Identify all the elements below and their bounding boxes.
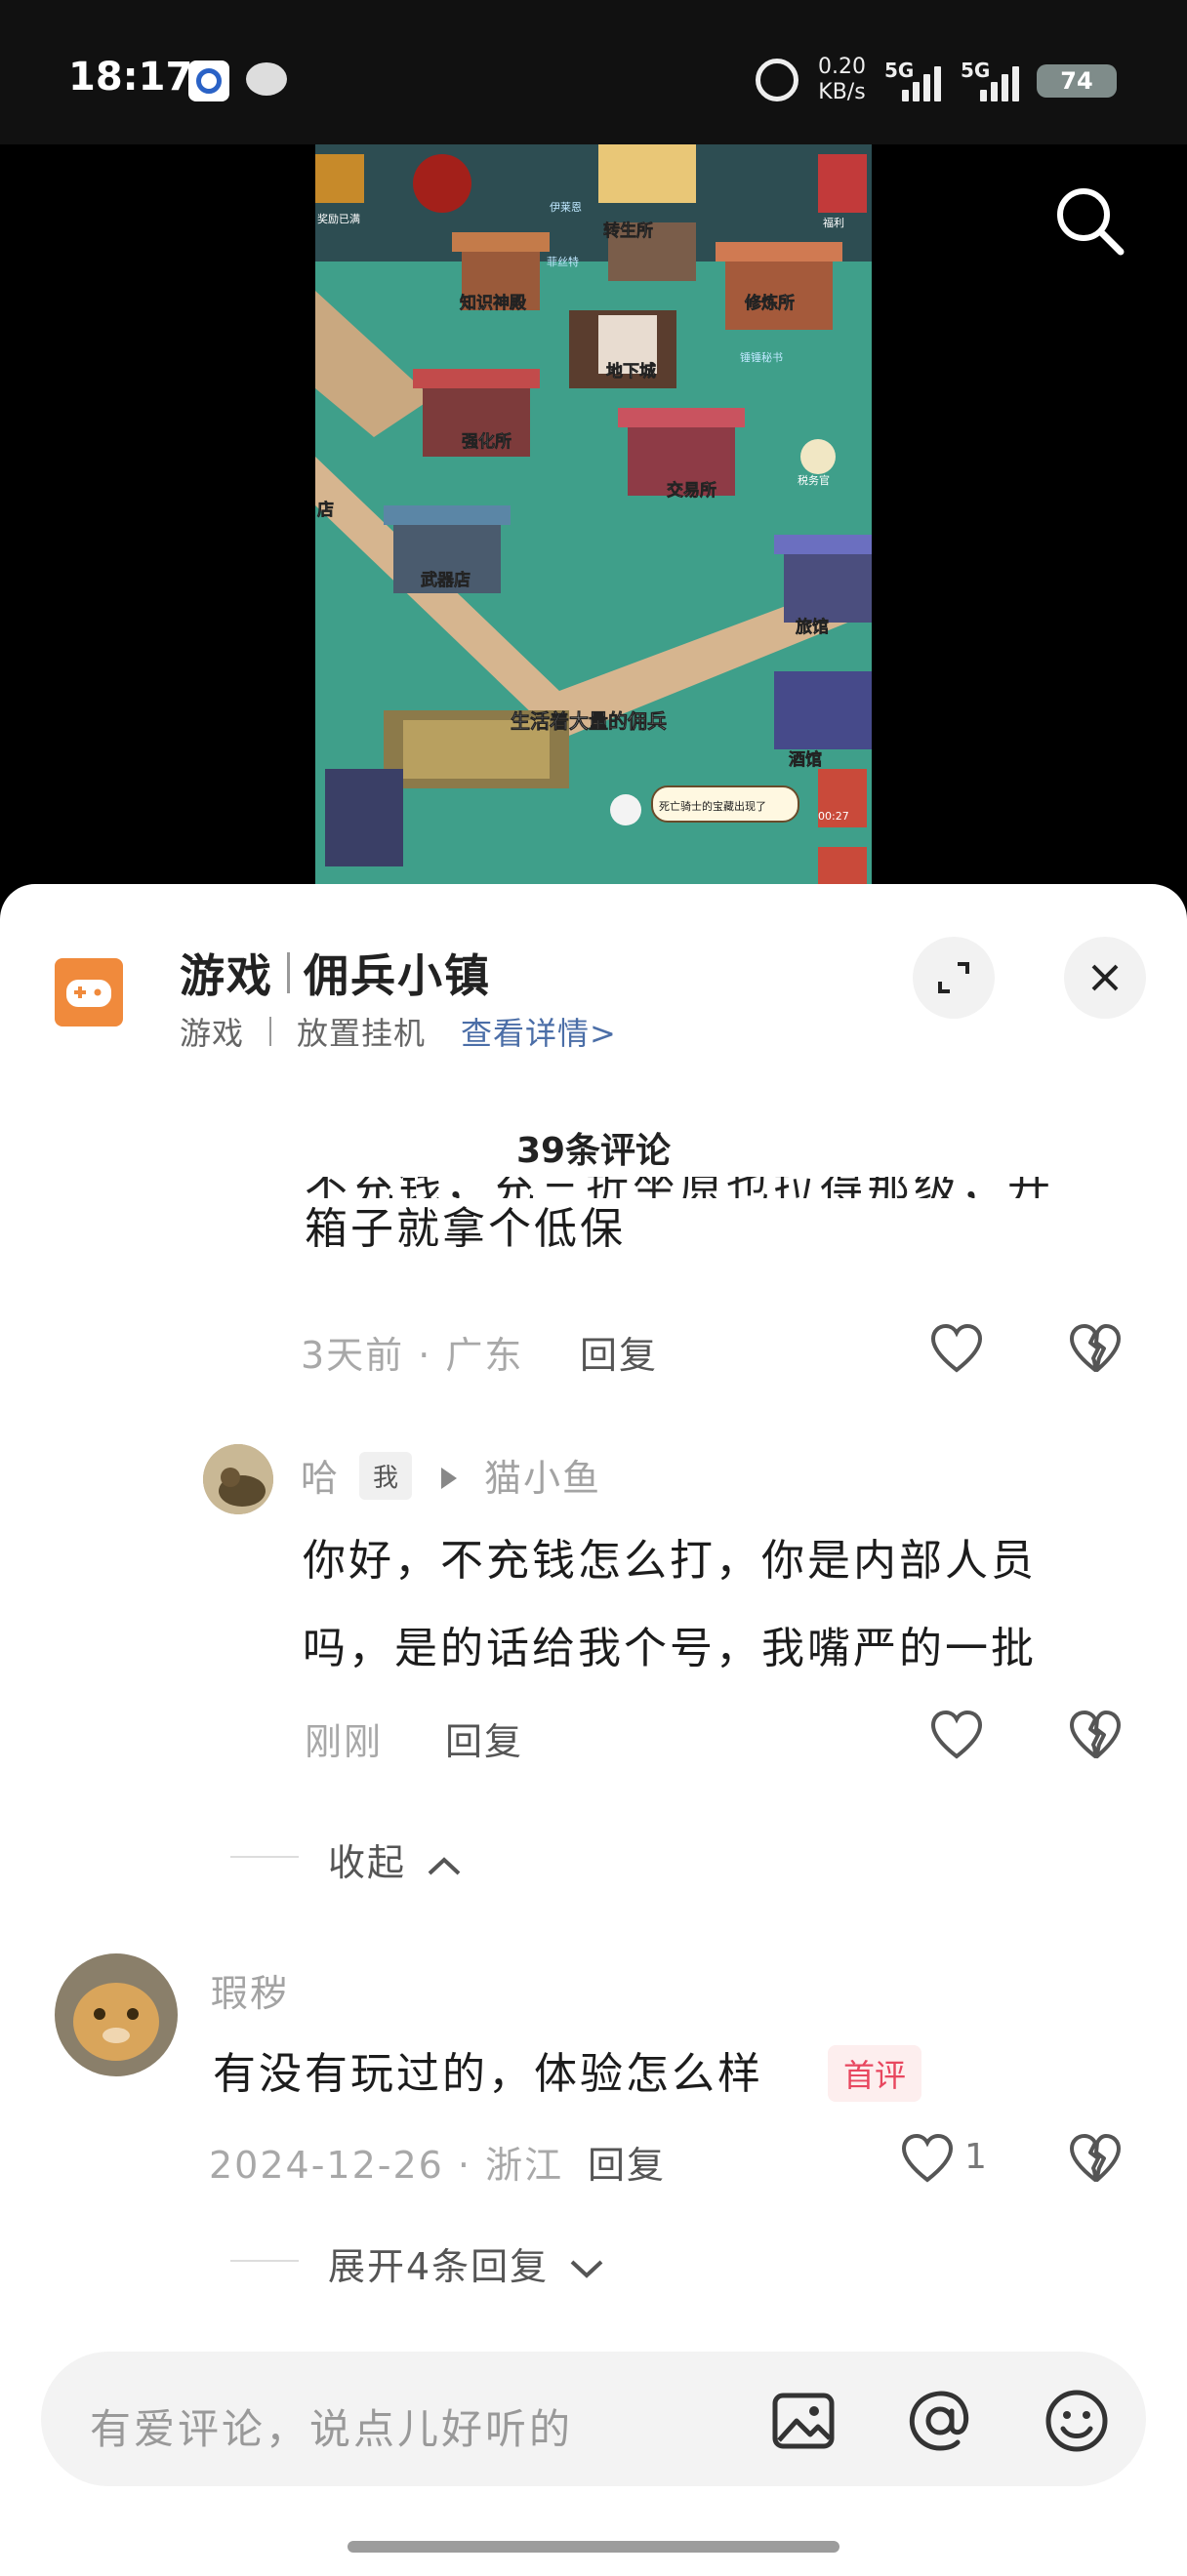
status-bar: 18:17 0.20 KB/s 5G 5G 74 xyxy=(0,0,1187,144)
title-category: 游戏 xyxy=(180,949,273,1002)
first-comment-badge: 首评 xyxy=(828,2045,922,2102)
svg-text:税务官: 税务官 xyxy=(798,473,830,487)
svg-text:旅馆: 旅馆 xyxy=(796,617,829,637)
svg-text:店: 店 xyxy=(317,500,334,520)
close-icon xyxy=(1091,964,1119,991)
avatar[interactable] xyxy=(55,1953,178,2076)
dislike-icon[interactable] xyxy=(1064,1704,1126,1766)
svg-text:生活着大量的佣兵: 生活着大量的佣兵 xyxy=(511,709,667,733)
dislike-icon[interactable] xyxy=(1064,2127,1126,2190)
tag-game: 游戏 xyxy=(180,1015,245,1052)
me-badge: 我 xyxy=(359,1452,413,1500)
collapse-replies-button[interactable]: 收起 xyxy=(328,1832,463,1886)
game-scene-illustration: 转生所 知识神殿 修炼所 地下城 强化所 交易所 武器店 旅馆 生活着大量的佣兵… xyxy=(315,144,872,896)
view-details-link[interactable]: 查看详情> xyxy=(461,1009,617,1054)
game-tags: 游戏 放置挂机 查看详情> xyxy=(180,1009,617,1054)
close-button[interactable] xyxy=(1064,937,1146,1019)
comment-text: 箱子就拿个低保 xyxy=(305,1204,626,1254)
svg-text:地下城: 地下城 xyxy=(606,361,656,382)
svg-text:知识神殿: 知识神殿 xyxy=(459,293,527,313)
reply-button[interactable]: 回复 xyxy=(588,2135,666,2189)
svg-text:菲丝特: 菲丝特 xyxy=(547,255,579,268)
svg-text:武器店: 武器店 xyxy=(421,570,471,590)
svg-text:伊莱恩: 伊莱恩 xyxy=(550,201,582,214)
message-notification-icon xyxy=(246,62,287,96)
like-count: 1 xyxy=(964,2137,987,2177)
reply-username[interactable]: 哈 xyxy=(301,1448,340,1502)
divider xyxy=(230,1856,299,1858)
comment-input-bar[interactable]: 有爱评论，说点儿好听的 xyxy=(41,2352,1146,2486)
mention-icon[interactable] xyxy=(906,2387,974,2455)
comment-input[interactable]: 有爱评论，说点儿好听的 xyxy=(90,2396,573,2456)
reply-arrow-icon xyxy=(441,1468,457,1489)
svg-text:酒馆: 酒馆 xyxy=(789,749,822,770)
video-player[interactable]: 转生所 知识神殿 修炼所 地下城 强化所 交易所 武器店 旅馆 生活着大量的佣兵… xyxy=(0,144,1187,896)
emoji-icon[interactable] xyxy=(1043,2387,1111,2455)
alarm-icon xyxy=(756,59,798,101)
expand-replies-button[interactable]: 展开4条回复 xyxy=(328,2236,605,2290)
comment-meta: 2024-12-26 · 浙江 xyxy=(209,2144,564,2187)
avatar[interactable] xyxy=(203,1444,273,1514)
svg-text:修炼所: 修炼所 xyxy=(744,293,795,313)
title-game-name: 佣兵小镇 xyxy=(304,949,491,1002)
like-icon[interactable] xyxy=(896,2127,959,2190)
like-icon[interactable] xyxy=(925,1317,988,1380)
svg-text:交易所: 交易所 xyxy=(667,480,716,501)
status-time: 18:17 xyxy=(68,55,193,100)
comment-meta: 3天前 · 广东 xyxy=(301,1334,524,1377)
comment-count: 39条评论 xyxy=(515,1131,672,1171)
collapse-label: 收起 xyxy=(328,1841,407,1884)
svg-text:锤锤秘书: 锤锤秘书 xyxy=(740,350,783,364)
reply-meta: 刚刚 xyxy=(305,1720,384,1763)
expand-icon xyxy=(938,962,969,993)
svg-text:转生所: 转生所 xyxy=(603,221,653,241)
app-notification-icon xyxy=(188,60,229,101)
network-speed-unit: KB/s xyxy=(818,80,866,104)
expand-label: 展开4条回复 xyxy=(328,2245,550,2288)
network-speed-value: 0.20 xyxy=(818,55,866,79)
expand-button[interactable] xyxy=(913,937,995,1019)
svg-text:死亡骑士的宝藏出现了: 死亡骑士的宝藏出现了 xyxy=(659,799,766,813)
signal-icon-1 xyxy=(902,64,941,101)
gamepad-icon xyxy=(55,958,123,1026)
home-indicator[interactable] xyxy=(348,2541,839,2553)
reply-text-line-1: 你好，不充钱怎么打，你是内部人员 xyxy=(303,1536,1037,1586)
reply-button[interactable]: 回复 xyxy=(445,1711,523,1765)
like-icon[interactable] xyxy=(925,1704,988,1766)
comment-username[interactable]: 瑕秽 xyxy=(211,1963,289,2017)
svg-text:00:27: 00:27 xyxy=(818,810,849,823)
chevron-down-icon xyxy=(570,2260,603,2278)
search-icon[interactable] xyxy=(1050,181,1128,260)
reply-text-line-2: 吗，是的话给我个号，我嘴严的一批 xyxy=(303,1624,1037,1673)
signal-icon-2 xyxy=(980,64,1019,101)
comments-sheet: 游戏 佣兵小镇 游戏 放置挂机 查看详情> 39条评论 不充钱，充三折坐原也拉得… xyxy=(0,884,1187,2576)
comment-text: 有没有玩过的，体验怎么样 xyxy=(213,2049,763,2099)
battery-indicator: 74 xyxy=(1037,64,1117,98)
image-icon[interactable] xyxy=(769,2387,838,2455)
reply-to-username[interactable]: 猫小鱼 xyxy=(484,1448,601,1502)
tag-idle: 放置挂机 xyxy=(297,1015,427,1052)
svg-text:福利: 福利 xyxy=(823,216,844,229)
chevron-up-icon xyxy=(428,1856,461,1874)
dislike-icon[interactable] xyxy=(1064,1317,1126,1380)
svg-text:强化所: 强化所 xyxy=(462,431,512,452)
network-speed: 0.20 KB/s xyxy=(818,55,866,105)
svg-text:奖励已满: 奖励已满 xyxy=(317,212,360,225)
game-title[interactable]: 游戏 佣兵小镇 xyxy=(180,941,491,1005)
divider xyxy=(230,2260,299,2262)
reply-button[interactable]: 回复 xyxy=(580,1325,658,1379)
game-video-frame[interactable]: 转生所 知识神殿 修炼所 地下城 强化所 交易所 武器店 旅馆 生活着大量的佣兵… xyxy=(315,144,872,896)
